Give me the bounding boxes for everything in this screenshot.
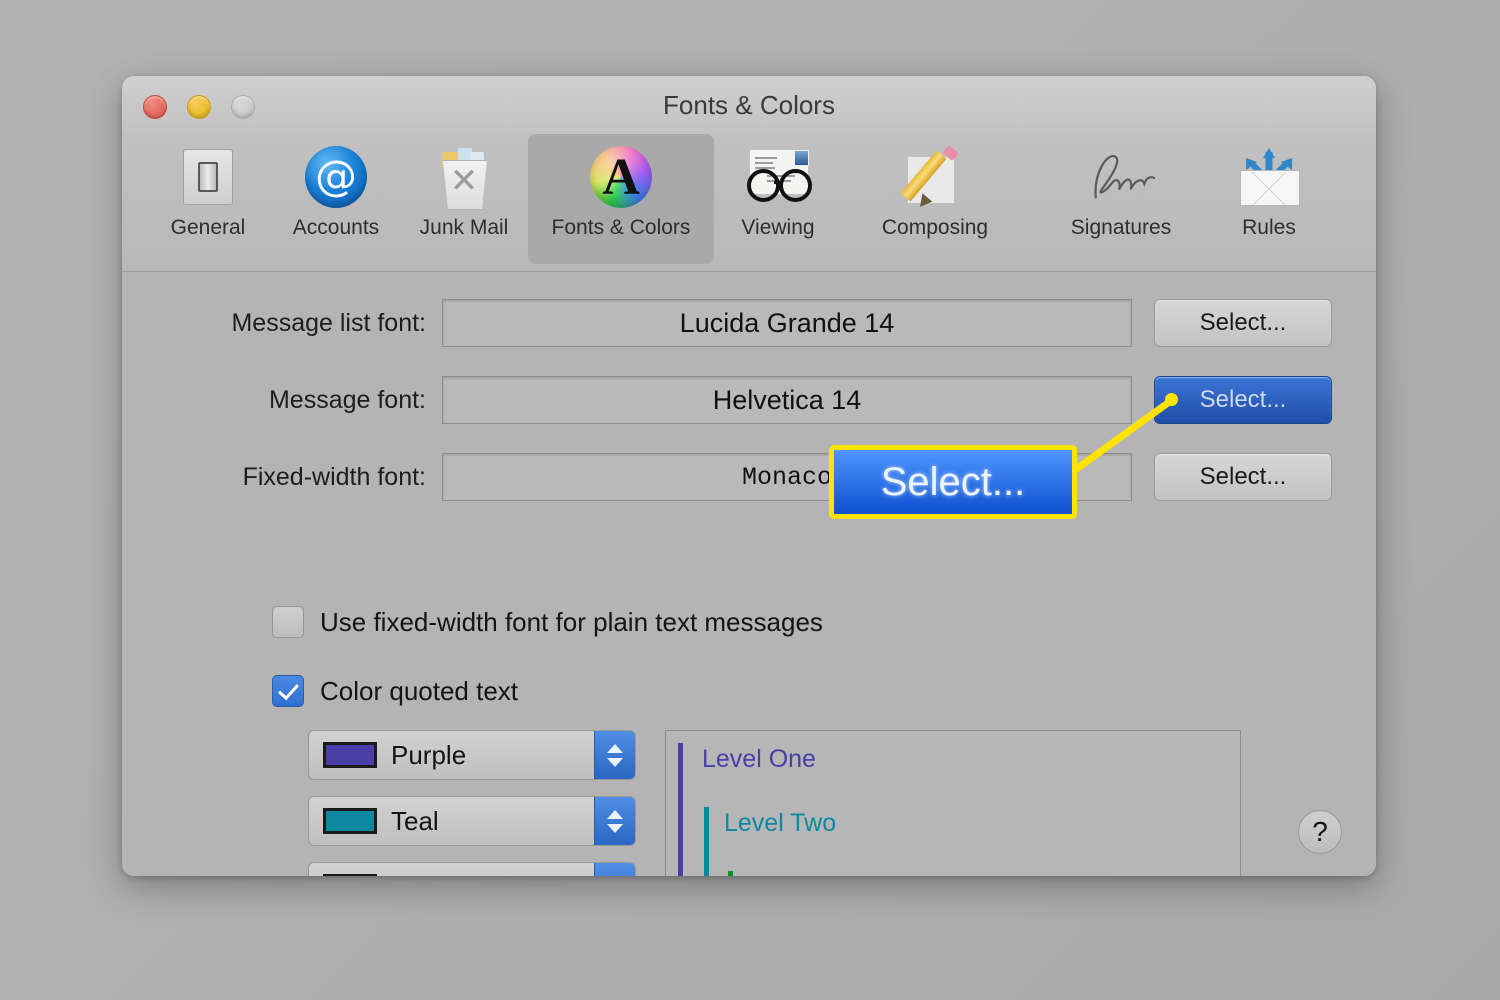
fixed-width-font-select-button[interactable]: Select... [1154, 453, 1332, 501]
color-popup-label-green: Green [391, 872, 463, 877]
message-font-row: Message font: Helvetica 14 Select... [122, 375, 1376, 425]
quote-color-popup-level-three[interactable]: Green [308, 862, 636, 876]
light-switch-icon [173, 140, 243, 214]
signature-icon [1086, 140, 1156, 214]
color-swatch-purple [323, 742, 377, 768]
color-quoted-text-checkbox[interactable] [272, 675, 304, 707]
use-fixed-width-checkbox[interactable] [272, 606, 304, 638]
toolbar-item-signatures[interactable]: Signatures [1028, 134, 1214, 264]
pencil-paper-icon [900, 140, 970, 214]
message-list-font-label: Message list font: [231, 308, 426, 337]
use-fixed-width-label: Use fixed-width font for plain text mess… [320, 606, 823, 637]
toolbar-item-composing[interactable]: Composing [842, 134, 1028, 264]
color-wheel-a-icon: A [586, 140, 656, 214]
fonts-colors-pane: Message list font: Lucida Grande 14 Sele… [122, 272, 1376, 876]
window-titlebar: Fonts & Colors [122, 76, 1376, 135]
window-title: Fonts & Colors [663, 90, 835, 120]
stepper-purple[interactable] [594, 731, 635, 779]
fixed-width-font-label: Fixed-width font: [242, 462, 426, 491]
trash-can-icon: ✕ [429, 140, 499, 214]
toolbar-label-general: General [170, 216, 246, 239]
chevron-up-icon [607, 809, 623, 819]
chevron-up-icon [607, 875, 623, 876]
quote-bar-level-one [678, 743, 683, 876]
color-swatch-green [323, 874, 377, 876]
message-list-font-row: Message list font: Lucida Grande 14 Sele… [122, 298, 1376, 348]
at-sign-icon: @ [301, 140, 371, 214]
toolbar-label-junk-mail: Junk Mail [419, 216, 509, 239]
help-button[interactable]: ? [1298, 810, 1342, 854]
stepper-green[interactable] [594, 863, 635, 876]
chevron-down-icon [607, 823, 623, 833]
message-font-label: Message font: [268, 385, 426, 414]
quote-text-level-three: Level Three [748, 873, 880, 876]
toolbar-label-signatures: Signatures [1070, 216, 1172, 239]
color-popup-label-teal: Teal [391, 805, 439, 836]
toolbar-item-fonts-colors[interactable]: A Fonts & Colors [528, 134, 714, 264]
toolbar-label-composing: Composing [881, 216, 989, 239]
stepper-teal[interactable] [594, 797, 635, 845]
color-quoted-text-label: Color quoted text [320, 675, 519, 706]
message-font-field[interactable]: Helvetica 14 [442, 376, 1132, 424]
quote-text-level-two: Level Two [724, 809, 837, 837]
quote-color-popup-level-one[interactable]: Purple [308, 730, 636, 780]
fixed-width-font-field[interactable]: Monaco [442, 453, 1132, 501]
use-fixed-width-checkbox-row[interactable]: Use fixed-width font for plain text mess… [272, 606, 823, 638]
toolbar-label-rules: Rules [1242, 216, 1296, 239]
toolbar-item-accounts[interactable]: @ Accounts [272, 134, 400, 264]
quote-level-preview: Level One Level Two Level Three [665, 730, 1241, 876]
eyeglasses-icon [743, 140, 813, 214]
chevron-up-icon [607, 743, 623, 753]
color-swatch-teal [323, 808, 377, 834]
toolbar-label-viewing: Viewing [741, 216, 815, 239]
quote-color-popup-level-two[interactable]: Teal [308, 796, 636, 846]
quote-bar-level-three [728, 871, 733, 876]
chevron-down-icon [607, 757, 623, 767]
message-font-select-button[interactable]: Select... [1154, 376, 1332, 424]
color-popup-label-purple: Purple [391, 739, 467, 770]
message-list-font-field[interactable]: Lucida Grande 14 [442, 299, 1132, 347]
preferences-window: Fonts & Colors General @ Accounts ✕ Junk… [122, 76, 1376, 876]
toolbar-label-accounts: Accounts [292, 216, 380, 239]
quote-color-popups: Purple Teal Green [308, 730, 636, 876]
color-quoted-text-checkbox-row[interactable]: Color quoted text [272, 675, 518, 707]
quote-text-level-one: Level One [702, 745, 816, 773]
quote-bar-level-two [704, 807, 709, 876]
fixed-width-font-row: Fixed-width font: Monaco Select... [122, 452, 1376, 502]
envelope-arrows-icon [1234, 140, 1304, 214]
toolbar-item-junk-mail[interactable]: ✕ Junk Mail [400, 134, 528, 264]
toolbar-label-fonts-colors: Fonts & Colors [551, 216, 691, 239]
preferences-toolbar: General @ Accounts ✕ Junk Mail A Fonts &… [122, 134, 1376, 272]
toolbar-item-general[interactable]: General [144, 134, 272, 264]
message-list-font-select-button[interactable]: Select... [1154, 299, 1332, 347]
toolbar-item-viewing[interactable]: Viewing [714, 134, 842, 264]
toolbar-item-rules[interactable]: Rules [1214, 134, 1324, 264]
